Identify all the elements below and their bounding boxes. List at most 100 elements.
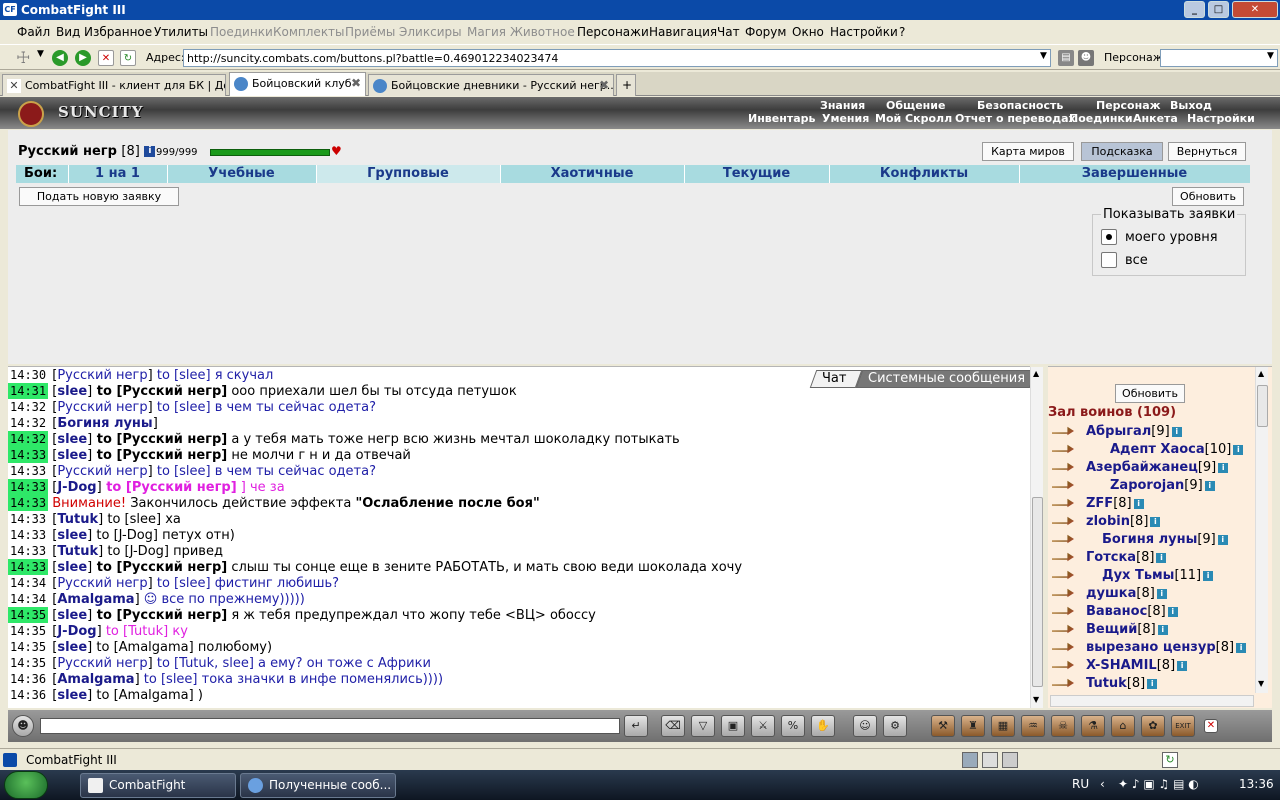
world-map-button[interactable]: Карта миров (982, 142, 1074, 161)
warrior-name[interactable]: Готска (1086, 550, 1136, 565)
info-icon[interactable]: i (1167, 606, 1178, 617)
swords-icon[interactable] (1052, 660, 1074, 670)
info-icon[interactable]: i (1156, 552, 1167, 563)
chat-time[interactable]: 14:36 (8, 687, 48, 703)
menu-item-2[interactable]: Избранное (84, 25, 152, 39)
forward-icon[interactable]: ▶ (75, 50, 91, 66)
info-icon[interactable]: i (1133, 498, 1144, 509)
return-button[interactable]: Вернуться (1168, 142, 1246, 161)
menu-item-13[interactable]: Форум (745, 25, 786, 39)
persona-dropdown-icon[interactable]: ▼ (1267, 51, 1274, 61)
chat-nick[interactable]: Богиня луны (57, 416, 152, 431)
warrior-name[interactable]: Ваванос (1086, 604, 1147, 619)
chat-time[interactable]: 14:35 (8, 607, 49, 623)
warriors-scrollbar[interactable]: ▲ ▼ (1255, 367, 1268, 693)
header-nav-item[interactable]: Инвентарь (748, 112, 815, 125)
swords-icon[interactable] (1052, 588, 1074, 598)
battle-tab-0[interactable]: 1 на 1 (68, 166, 167, 181)
house-icon[interactable]: ⌂ (1111, 715, 1135, 737)
back-icon[interactable]: ◀ (52, 50, 68, 66)
chat-time[interactable]: 14:33 (8, 479, 49, 495)
menu-item-9[interactable]: Животное (510, 25, 575, 39)
swords-icon[interactable] (1052, 624, 1074, 634)
sync-icon[interactable]: ↻ (1162, 752, 1178, 768)
chat-icon[interactable]: ☻ (12, 715, 34, 737)
info-icon[interactable]: i (1150, 516, 1161, 527)
eraser-icon[interactable]: ⌫ (661, 715, 685, 737)
fighter-icon[interactable]: ⚔ (751, 715, 775, 737)
exit-icon[interactable]: EXIT (1171, 715, 1195, 737)
chat-time[interactable]: 14:33 (8, 511, 48, 527)
chat-nick[interactable]: J-Dog (57, 624, 96, 639)
filter-icon[interactable]: ▽ (691, 715, 715, 737)
info-icon[interactable]: i (1233, 444, 1244, 455)
address-input[interactable]: http://suncity.combats.com/buttons.pl?ba… (183, 49, 1051, 67)
warrior-name[interactable]: zlobin (1086, 514, 1130, 529)
header-nav-item[interactable]: Анкета (1133, 112, 1178, 125)
scroll-icon[interactable]: ♒ (1021, 715, 1045, 737)
doc-icon[interactable] (982, 752, 998, 768)
info-icon[interactable]: i (1218, 462, 1229, 473)
swords-icon[interactable] (1052, 480, 1074, 490)
save-icon[interactable]: ▣ (721, 715, 745, 737)
warrior-name[interactable]: Азербайжанец (1086, 460, 1198, 475)
warrior-name[interactable]: вырезано цензур (1086, 640, 1216, 655)
hint-button[interactable]: Подсказка (1081, 142, 1163, 161)
chat-nick[interactable]: slee (57, 688, 87, 703)
chat-time[interactable]: 14:30 (8, 367, 48, 383)
warriors-hscroll[interactable] (1050, 695, 1254, 707)
battle-tab-1[interactable]: Учебные (167, 166, 316, 181)
chat-nick[interactable]: slee (57, 528, 87, 543)
pin-icon[interactable]: ☩ (16, 48, 30, 67)
chat-message-input[interactable] (40, 718, 620, 734)
chat-time[interactable]: 14:33 (8, 559, 49, 575)
header-nav-item[interactable]: Безопасность (977, 99, 1063, 112)
minimize-button[interactable]: _ (1184, 1, 1205, 18)
warrior-name[interactable]: ZFF (1086, 496, 1113, 511)
refresh-icon[interactable]: ↻ (120, 50, 136, 66)
scroll-down-icon[interactable]: ▼ (1033, 695, 1039, 704)
info-icon[interactable]: i (1156, 588, 1167, 599)
chat-log[interactable]: Чат Системные сообщения 14:30 [Русский н… (8, 366, 1030, 708)
chat-time[interactable]: 14:33 (8, 447, 49, 463)
warrior-name[interactable]: Zaporojan (1110, 478, 1184, 493)
chat-time[interactable]: 14:33 (8, 495, 49, 511)
swords-icon[interactable] (1052, 678, 1074, 688)
sword-icon[interactable]: ⚒ (931, 715, 955, 737)
header-nav-item[interactable]: Знания (820, 99, 865, 112)
chat-nick[interactable]: slee (57, 432, 87, 447)
swords-icon[interactable] (1052, 606, 1074, 616)
info-icon[interactable]: i (1171, 426, 1182, 437)
new-tab-button[interactable]: + (616, 74, 636, 96)
chat-time[interactable]: 14:32 (8, 431, 49, 447)
swords-icon[interactable] (1052, 534, 1074, 544)
close-icon[interactable]: ✕ (7, 79, 21, 93)
tab-diaries[interactable]: Бойцовские дневники - Русский негр... ✖ (368, 74, 614, 96)
menu-item-15[interactable]: Настройки (830, 25, 898, 39)
taskbar-combatfight[interactable]: CombatFight (80, 773, 236, 798)
swords-icon[interactable] (1052, 552, 1074, 562)
warriors-scroll-thumb[interactable] (1257, 385, 1268, 427)
swords-icon[interactable] (1052, 426, 1074, 436)
swords-icon[interactable] (1052, 642, 1074, 652)
chat-nick[interactable]: Русский негр (57, 656, 147, 671)
warrior-name[interactable]: X-SHAMIL (1086, 658, 1157, 673)
menu-item-1[interactable]: Вид (56, 25, 80, 39)
chat-time[interactable]: 14:35 (8, 639, 48, 655)
chat-nick[interactable]: Русский негр (57, 576, 147, 591)
new-request-button[interactable]: Подать новую заявку (19, 187, 179, 206)
flower-icon[interactable]: ✿ (1141, 715, 1165, 737)
chat-nick[interactable]: J-Dog (57, 480, 96, 495)
chat-nick[interactable]: slee (57, 640, 87, 655)
tab-client[interactable]: ✕ CombatFight III - клиент для БК | До..… (2, 74, 226, 96)
chat-nick[interactable]: Tutuk (57, 512, 98, 527)
info-icon[interactable]: i (1177, 660, 1188, 671)
tab-chat[interactable]: Чат (809, 370, 863, 388)
battle-tab-3[interactable]: Хаотичные (500, 166, 684, 181)
info-icon[interactable]: i (1157, 624, 1168, 635)
chat-nick[interactable]: slee (57, 448, 87, 463)
close-icon[interactable]: ✕ (1204, 719, 1218, 733)
chat-time[interactable]: 14:35 (8, 623, 48, 639)
close-button[interactable]: ✕ (1232, 1, 1278, 18)
scroll-up-icon[interactable]: ▲ (1258, 369, 1264, 378)
